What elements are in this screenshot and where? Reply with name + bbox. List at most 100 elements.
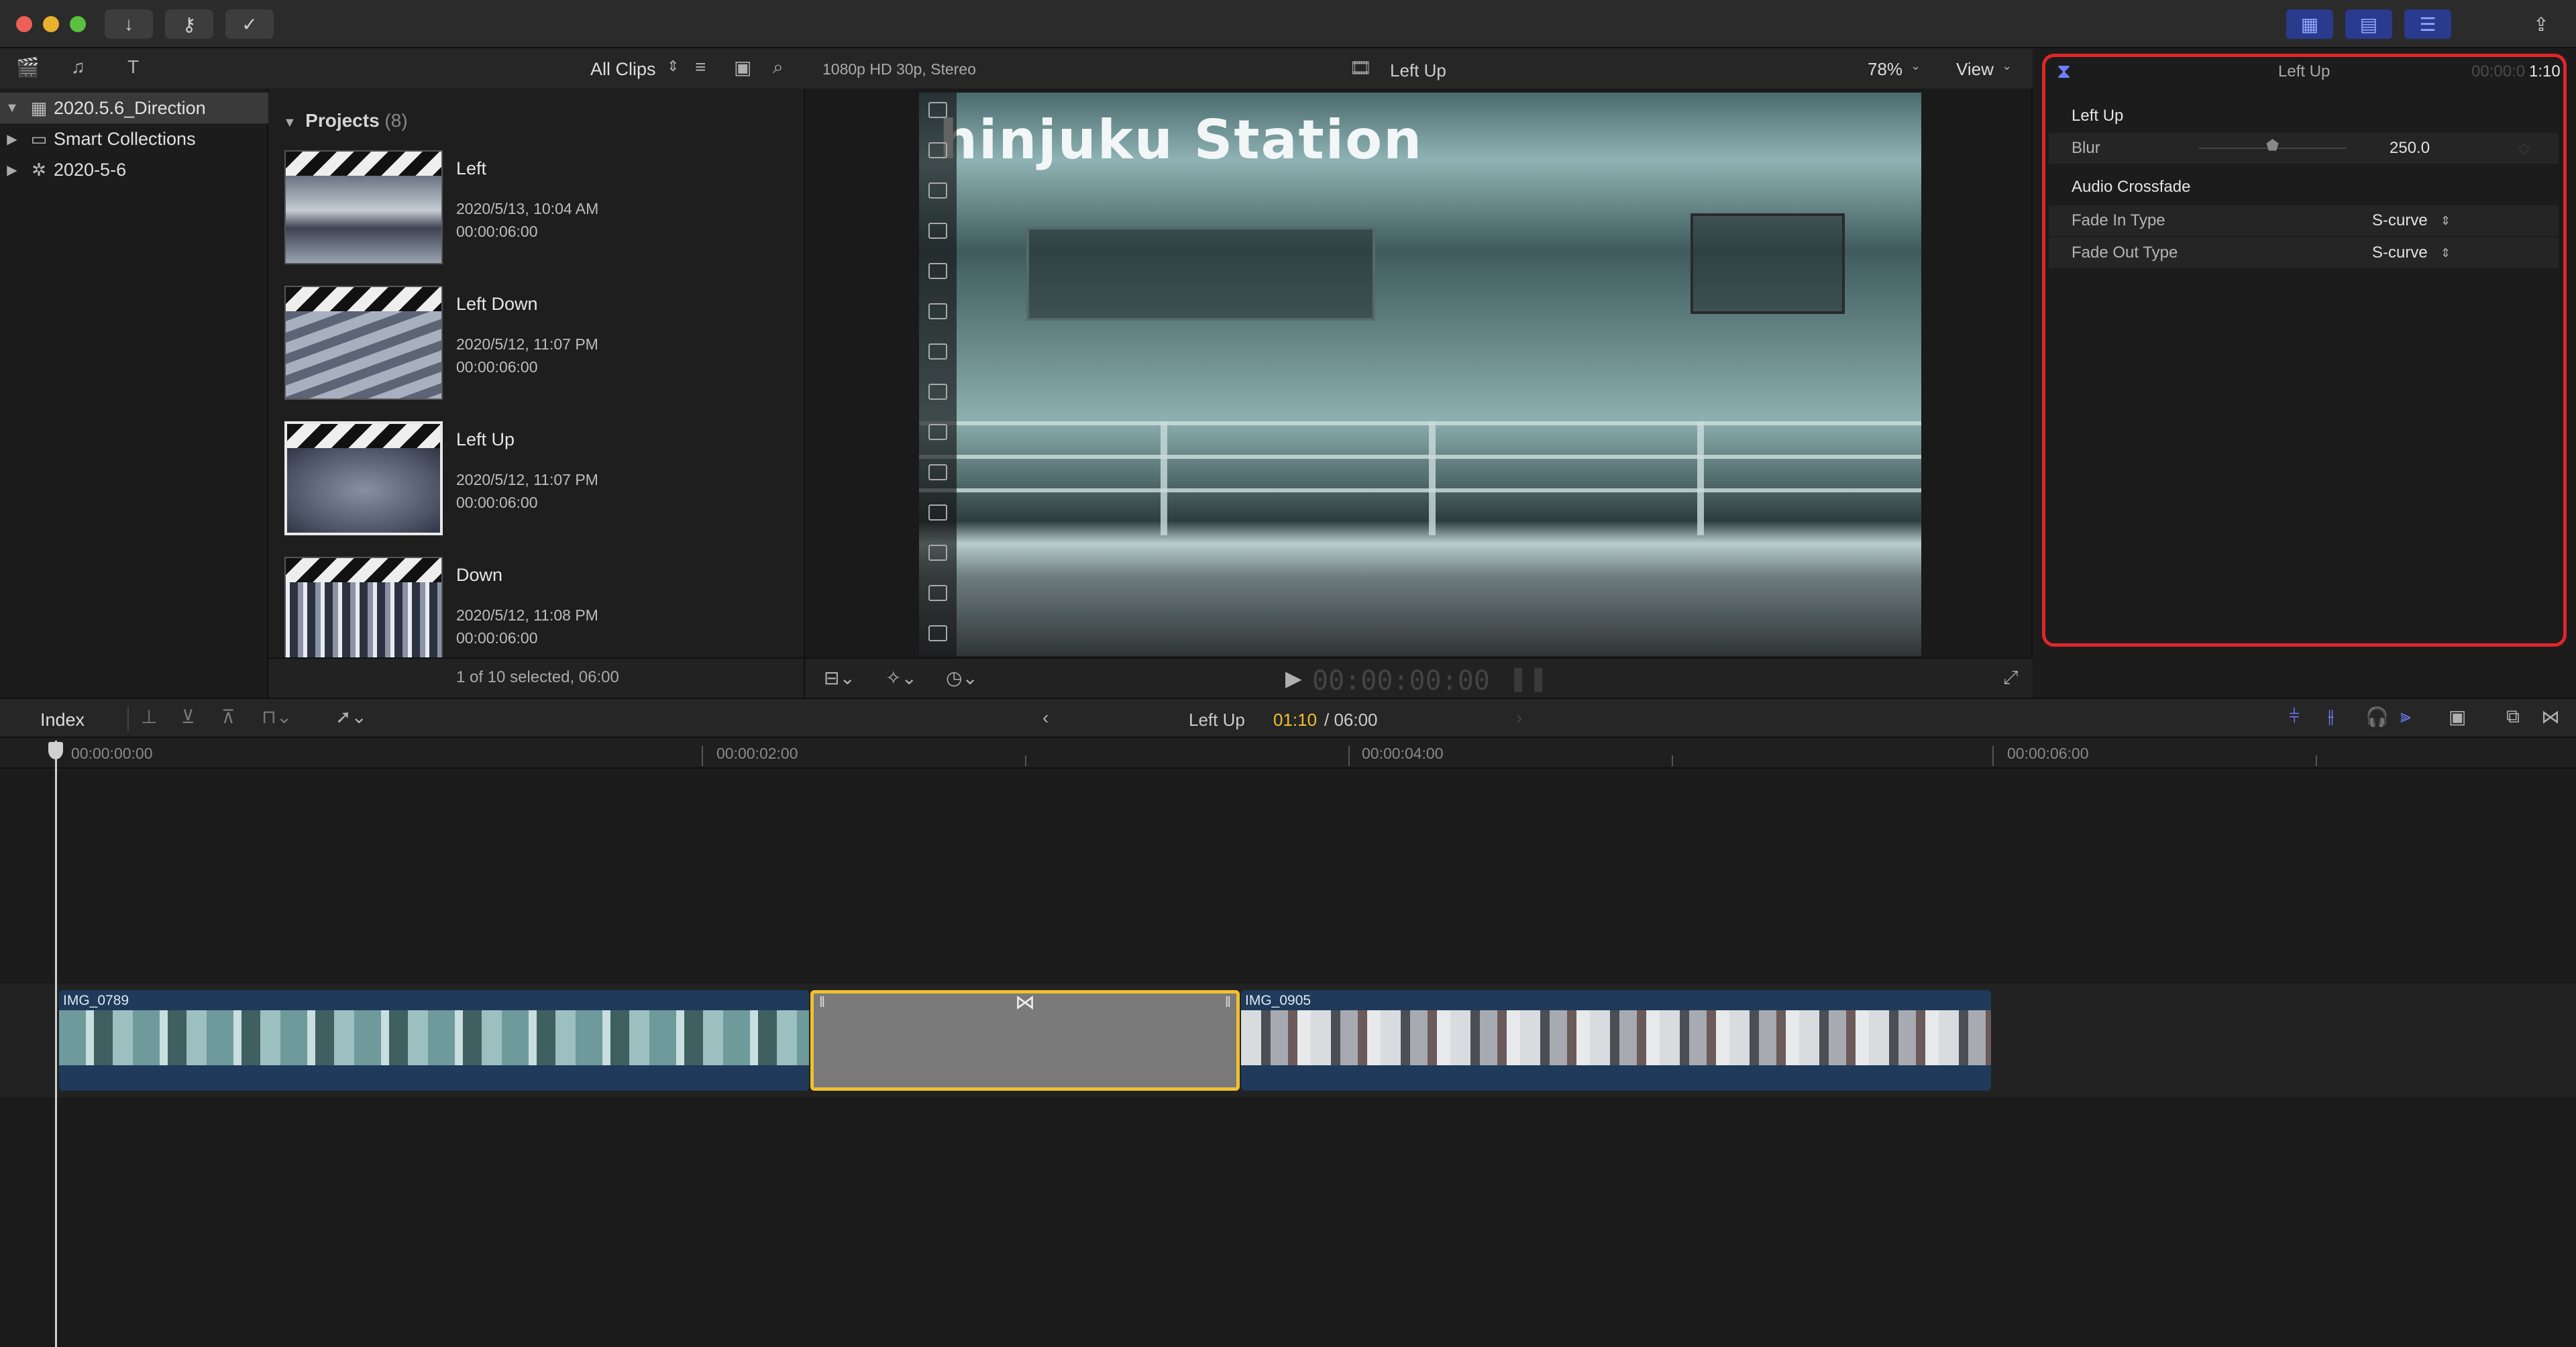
transition-inspector-icon[interactable]: ⧗ [2057,60,2071,83]
chevron-down-icon: ⌄ [1911,59,1921,72]
timeline-index-button[interactable]: Index [40,710,85,731]
disclosure-closed-icon[interactable]: ▶ [0,162,24,178]
project-thumbnail[interactable] [284,421,443,535]
show-browser-button[interactable]: ▦ [2286,9,2333,39]
skimming-icon[interactable]: ⫩ [2289,706,2300,728]
show-inspector-button[interactable]: ☰ [2404,9,2451,39]
ruler-label: 00:00:00:00 [71,745,153,762]
disclosure-open-icon[interactable]: ▼ [0,101,24,116]
library-toolbar: 🎬 ♫ T [0,48,268,89]
titles-generators-icon[interactable]: T [127,56,139,78]
snapping-icon[interactable]: ⫸ [2400,706,2411,728]
share-button[interactable]: ⇪ [2517,9,2565,39]
append-clip-icon[interactable]: ⊼ [221,706,235,728]
project-item-left-down[interactable]: Left Down 2020/5/12, 11:07 PM 00:00:06:0… [284,286,794,407]
library-item-direction[interactable]: ▼ ▦ 2020.5.6_Direction [0,93,268,123]
project-item-left-up[interactable]: Left Up 2020/5/12, 11:07 PM 00:00:06:00 [284,421,794,542]
pause-icon[interactable]: ❚❚ [1508,664,1548,692]
transition-right-handle[interactable]: ‖ [1225,993,1231,1011]
project-item-left[interactable]: Left 2020/5/13, 10:04 AM 00:00:06:00 [284,150,794,271]
chevron-down-icon: ⌄ [2002,59,2012,72]
browser-panel: ▼ Projects (8) Left 2020/5/13, 10:04 AM … [268,89,805,657]
clip-filter-menu[interactable]: All Clips [590,59,656,80]
browser-footer: 1 of 10 selected, 06:00 [268,657,805,698]
effect-section-header[interactable]: Left Up [2049,101,2559,131]
projects-section-header[interactable]: ▼ Projects (8) [283,110,408,131]
blur-slider-knob[interactable]: ⬟ [2266,137,2279,154]
effects-browser-icon[interactable]: ⧉ [2506,706,2520,728]
project-thumbnail[interactable] [284,286,443,400]
project-thumbnail[interactable] [284,150,443,264]
search-icon[interactable]: ⌕ [773,56,784,78]
building-window [1026,227,1375,321]
enhance-menu-icon[interactable]: ✧⌄ [885,667,917,689]
view-menu[interactable]: View [1956,59,1994,80]
timeline-clip-img-0905[interactable]: IMG_0905 [1241,990,1991,1091]
retime-menu-icon[interactable]: ◷⌄ [946,667,978,689]
playhead-handle[interactable] [48,742,63,759]
close-window-button[interactable] [16,16,32,32]
share-icon: ⇪ [2533,13,2549,35]
crop-menu-icon[interactable]: ⊟⌄ [824,667,855,689]
viewer-title: Left Up [1390,60,1446,80]
keywords-button[interactable]: ⚷ [165,9,213,39]
fade-out-popup[interactable]: S-curve [2372,244,2428,262]
audio-skimming-icon[interactable]: ⫲ [2328,706,2334,728]
filmstrip-view-icon[interactable]: ▣ [734,56,751,78]
blur-row: Blur ⬟ 250.0 ◇ [2049,133,2559,164]
key-icon: ⚷ [182,13,197,35]
transition-left-handle[interactable]: ‖ [819,993,825,1011]
inspector-timecode-dim: 00:00:0 [2471,62,2526,80]
timeline-clip-img-0789[interactable]: IMG_0789 [59,990,809,1091]
play-icon[interactable]: ▶ [1285,665,1302,691]
transitions-browser-icon[interactable]: ⋈ [2541,706,2560,728]
libraries-icon[interactable]: 🎬 [16,56,40,78]
playhead[interactable] [55,741,57,1347]
zoom-menu[interactable]: 78% [1868,59,1902,80]
railing-post [1429,421,1436,535]
photos-audio-icon[interactable]: ♫ [71,56,85,78]
download-icon: ↓ [124,13,133,34]
chevron-updown-icon: ⇕ [2440,246,2451,260]
timeline-duration: / 06:00 [1324,710,1378,730]
zoom-window-button[interactable] [70,16,86,32]
timecode-display[interactable]: 00:00:00:00 [1312,665,1490,696]
arrow-tool-icon[interactable]: ➚⌄ [335,706,367,728]
keyframe-icon[interactable]: ◇ [2518,140,2530,157]
library-item-smart-collections[interactable]: ▶ ▭ Smart Collections [0,123,268,154]
library-item-event[interactable]: ▶ ✲ 2020-5-6 [0,154,268,185]
chevron-right-icon[interactable]: › [1516,707,1522,729]
connect-clip-icon[interactable]: ⊥ [141,706,157,728]
fade-in-popup[interactable]: S-curve [2372,211,2428,230]
railing [919,488,1921,492]
fade-out-row: Fade Out Type S-curve ⇕ [2049,237,2559,268]
inspector-header: ⧗ Left Up 00:00:0 1:10 [2049,56,2561,87]
fullscreen-icon[interactable]: ⤢ [2003,667,2018,689]
list-view-icon[interactable]: ≡ [695,56,706,78]
station-sign-text: hinjuku Station [939,109,1424,171]
clip-appearance-icon[interactable]: ▣ [2449,706,2466,728]
project-thumbnail[interactable] [284,557,443,657]
headphones-icon[interactable]: 🎧 [2365,706,2389,728]
sliders-icon: ☰ [2419,13,2436,35]
project-item-down[interactable]: Down 2020/5/12, 11:08 PM 00:00:06:00 [284,557,794,657]
audio-crossfade-header[interactable]: Audio Crossfade [2049,172,2559,203]
ruler-label: 00:00:06:00 [2007,745,2089,762]
event-star-icon: ✲ [32,159,46,180]
chevron-left-icon[interactable]: ‹ [1042,707,1049,729]
background-tasks-button[interactable]: ✓ [225,9,274,39]
blur-value[interactable]: 250.0 [2390,139,2430,158]
grid-icon: ▦ [2300,13,2319,35]
overwrite-clip-icon[interactable]: ⊓⌄ [262,706,292,728]
minimize-window-button[interactable] [43,16,59,32]
video-frame[interactable]: hinjuku Station [919,93,1921,656]
timeline-position: 01:10 [1273,710,1318,730]
import-media-button[interactable]: ↓ [105,9,153,39]
show-timeline-button[interactable]: ▤ [2345,9,2392,39]
insert-clip-icon[interactable]: ⊻ [181,706,195,728]
disclosure-closed-icon[interactable]: ▶ [0,131,24,148]
clip-filmstrip [1241,1010,1991,1065]
cross-dissolve-transition[interactable]: ‖ ⋈ ‖ [810,990,1240,1091]
browser-toolbar: All Clips ⇕ ≡ ▣ ⌕ [268,48,805,89]
timeline-ruler[interactable]: 00:00:00:00 00:00:02:00 00:00:04:00 00:0… [0,738,2576,769]
